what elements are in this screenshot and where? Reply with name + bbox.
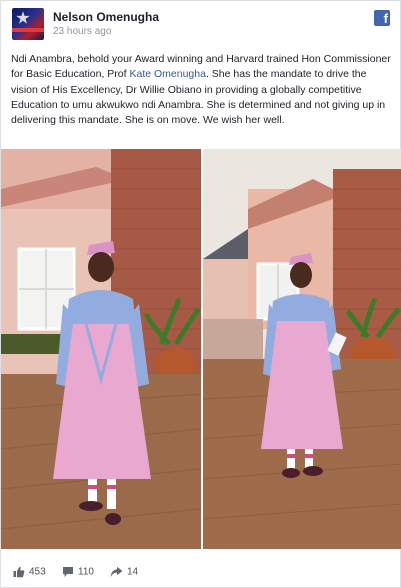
comments-value: 110	[78, 566, 94, 578]
likes-value: 453	[29, 566, 46, 578]
tagged-person-link[interactable]: Kate Omenugha	[129, 68, 205, 80]
post-header: Nelson Omenugha 23 hours ago f	[9, 8, 394, 42]
comment-icon	[63, 567, 73, 577]
likes-count[interactable]: 453	[13, 566, 46, 578]
facebook-post-card: Nelson Omenugha 23 hours ago f Ndi Anamb…	[0, 0, 401, 588]
share-arrow-icon	[110, 566, 123, 577]
post-photo-right[interactable]	[203, 149, 401, 549]
author-name[interactable]: Nelson Omenugha	[53, 10, 159, 24]
avatar-stripe	[12, 28, 44, 32]
facebook-icon[interactable]: f	[374, 10, 390, 26]
star-icon	[16, 11, 30, 24]
shares-value: 14	[127, 566, 139, 578]
post-text: Ndi Anambra, behold your Award winning a…	[11, 52, 396, 128]
post-photo-left[interactable]	[1, 149, 201, 549]
post-timestamp[interactable]: 23 hours ago	[53, 26, 111, 37]
shares-count[interactable]: 14	[110, 566, 138, 578]
thumbs-up-icon	[13, 566, 25, 578]
author-avatar[interactable]	[12, 8, 44, 40]
comments-count[interactable]: 110	[62, 566, 94, 578]
photo-grid	[1, 149, 401, 549]
